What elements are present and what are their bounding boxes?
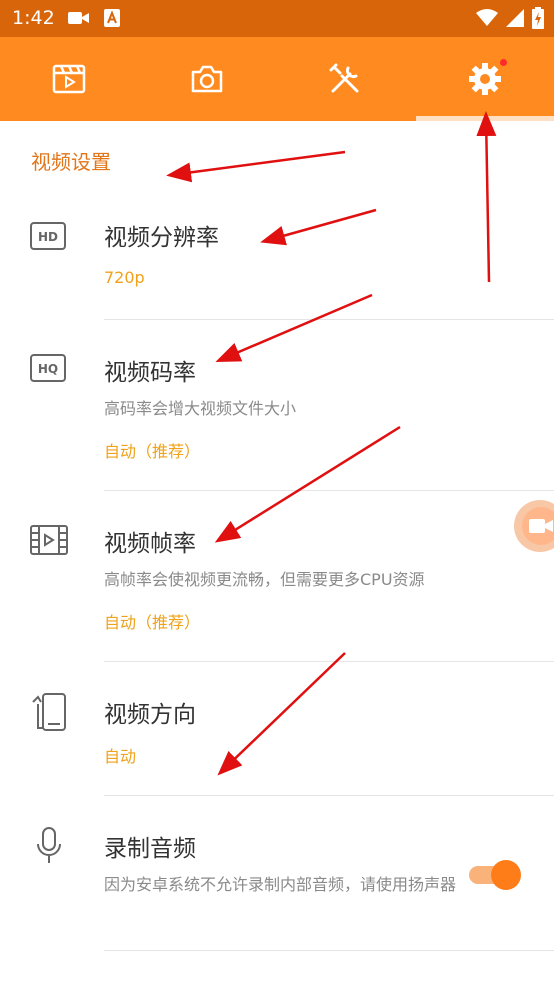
setting-orientation-value: 自动 [104,747,137,766]
hd-icon: HD [30,222,66,254]
film-frame-icon [30,525,68,559]
setting-framerate-value: 自动（推荐） [104,613,201,632]
setting-framerate-title: 视频帧率 [104,531,196,557]
gear-icon [467,61,503,97]
setting-audio-desc: 因为安卓系统不允许录制内部音频，请使用扬声器 [104,875,457,894]
setting-framerate-desc: 高帧率会使视频更流畅，但需要更多CPU资源 [104,570,425,589]
section-title: 视频设置 [31,150,111,174]
setting-resolution-value: 720p [104,268,145,287]
setting-resolution-title: 视频分辨率 [104,225,219,251]
screen-rotation-icon [30,692,68,736]
toggle-thumb [491,860,521,890]
tab-video-list[interactable] [0,37,138,121]
setting-orientation[interactable]: 视频方向 自动 [0,662,554,796]
status-bar: 1:42 [0,0,554,37]
cell-signal-icon [506,9,524,31]
annotation-arrow [166,150,346,183]
svg-text:HD: HD [38,230,58,244]
tab-settings[interactable] [416,37,554,121]
setting-bitrate-title: 视频码率 [104,360,196,386]
tab-bar [0,37,554,121]
setting-framerate[interactable]: 视频帧率 高帧率会使视频更流畅，但需要更多CPU资源 自动（推荐） [0,491,554,661]
setting-bitrate[interactable]: HQ 视频码率 高码率会增大视频文件大小 自动（推荐） [0,320,554,490]
video-list-icon [52,64,86,94]
video-notification-icon [68,10,90,30]
tab-indicator [416,116,554,121]
battery-icon [532,7,544,33]
setting-bitrate-value: 自动（推荐） [104,442,201,461]
hq-icon: HQ [30,354,66,386]
microphone-icon [35,826,63,870]
setting-audio-title: 录制音频 [104,836,196,862]
tab-tools[interactable] [276,37,414,121]
tools-icon [328,62,362,96]
status-icons [476,7,544,33]
audio-toggle[interactable] [469,860,525,890]
setting-orientation-title: 视频方向 [104,702,196,728]
divider [104,950,554,951]
app-notification-icon [104,9,120,31]
status-time: 1:42 [12,7,55,29]
tab-camera[interactable] [138,37,276,121]
camera-icon [190,64,224,94]
video-camera-icon [522,507,554,545]
wifi-icon [476,9,498,31]
svg-text:HQ: HQ [38,362,58,376]
setting-resolution[interactable]: HD 视频分辨率 720p [0,190,554,320]
setting-bitrate-desc: 高码率会增大视频文件大小 [104,399,297,418]
notification-dot [500,59,507,66]
